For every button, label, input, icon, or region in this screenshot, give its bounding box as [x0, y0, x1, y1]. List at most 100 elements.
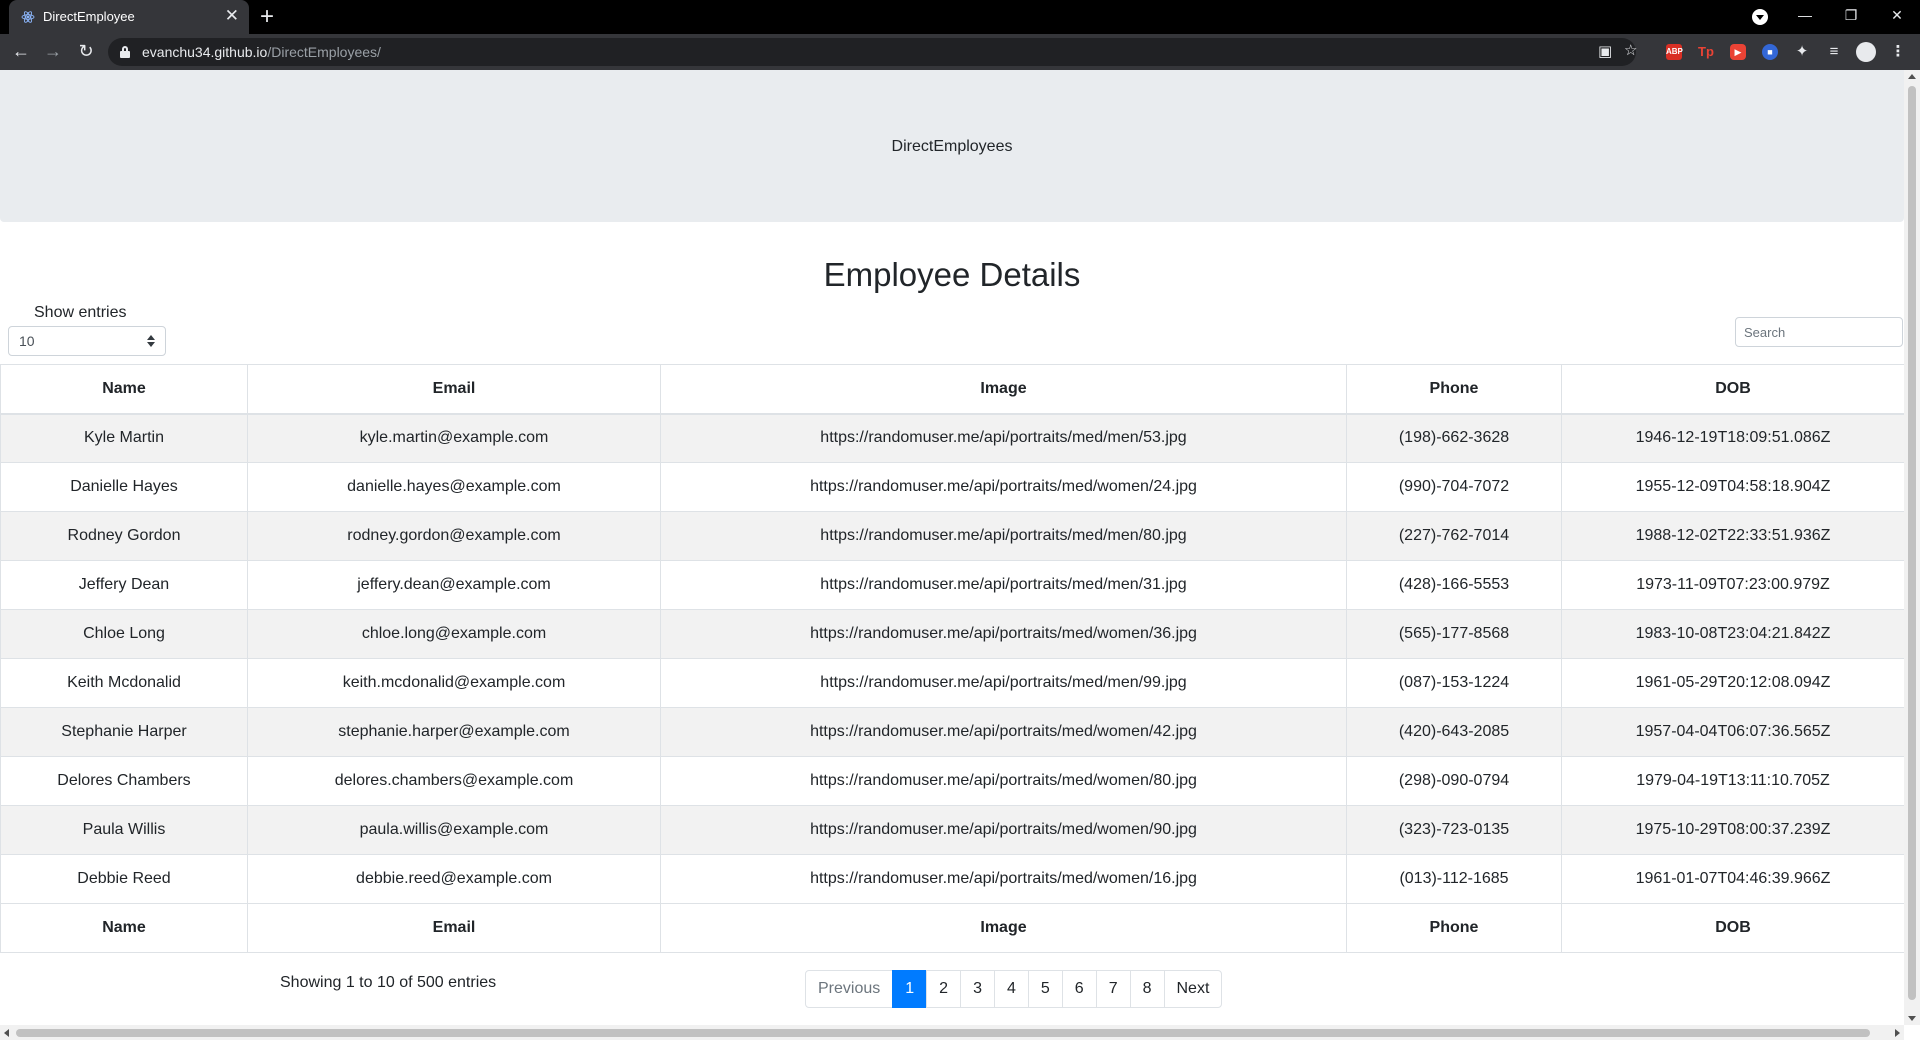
cell-email: jeffery.dean@example.com — [247, 560, 661, 610]
cell-email: stephanie.harper@example.com — [247, 707, 661, 757]
page-button-2[interactable]: 2 — [926, 970, 962, 1008]
cell-phone: (565)-177-8568 — [1346, 609, 1562, 659]
show-entries-label: Show entries — [34, 304, 127, 321]
tp-icon[interactable]: Tp — [1698, 44, 1714, 60]
restore-icon[interactable]: ❐ — [1828, 0, 1874, 34]
extension-icon[interactable]: ■ — [1762, 44, 1778, 60]
cell-image: https://randomuser.me/api/portraits/med/… — [660, 756, 1347, 806]
next-page-button[interactable]: Next — [1163, 970, 1223, 1008]
cell-image: https://randomuser.me/api/portraits/med/… — [660, 658, 1347, 708]
cell-image: https://randomuser.me/api/portraits/med/… — [660, 854, 1347, 904]
profile-icon[interactable] — [1856, 42, 1876, 62]
page-button-8[interactable]: 8 — [1129, 970, 1165, 1008]
horizontal-scrollbar[interactable] — [0, 1025, 1904, 1040]
page-viewport: DirectEmployees Employee Details Show en… — [0, 70, 1904, 1025]
tab-search-icon[interactable] — [1752, 9, 1768, 25]
cell-image: https://randomuser.me/api/portraits/med/… — [660, 462, 1347, 512]
adblock-icon[interactable]: ABP — [1666, 44, 1683, 60]
column-header-dob[interactable]: DOB — [1561, 364, 1904, 415]
browser-tab[interactable]: DirectEmployee ✕ — [9, 0, 249, 34]
previous-page-button[interactable]: Previous — [805, 970, 894, 1008]
cell-dob: 1955-12-09T04:58:18.904Z — [1561, 462, 1904, 512]
react-icon — [21, 11, 35, 23]
vertical-scrollbar[interactable] — [1904, 70, 1920, 1025]
back-icon[interactable]: ← — [5, 34, 37, 70]
video-icon[interactable]: ▶ — [1730, 44, 1746, 60]
table-row: Danielle Hayes danielle.hayes@example.co… — [0, 462, 1904, 512]
table-row: Keith Mcdonalid keith.mcdonalid@example.… — [0, 658, 1904, 708]
cell-phone: (323)-723-0135 — [1346, 805, 1562, 855]
cell-phone: (428)-166-5553 — [1346, 560, 1562, 610]
cell-email: keith.mcdonalid@example.com — [247, 658, 661, 708]
search-input[interactable] — [1735, 317, 1903, 347]
page-button-1[interactable]: 1 — [892, 970, 928, 1008]
page-title: Employee Details — [823, 256, 1081, 293]
entries-per-page-select[interactable]: 10 — [8, 326, 166, 356]
footer-header-dob: DOB — [1561, 903, 1904, 953]
reload-icon[interactable]: ↻ — [70, 34, 102, 70]
lock-icon[interactable] — [120, 46, 130, 58]
forward-icon[interactable]: → — [37, 34, 69, 70]
window-close-icon[interactable]: ✕ — [1874, 0, 1920, 34]
cell-name: Stephanie Harper — [0, 707, 248, 757]
table-footer-row: Name Email Image Phone DOB — [0, 903, 1904, 953]
new-tab-icon[interactable]: + — [260, 3, 274, 31]
page-button-4[interactable]: 4 — [993, 970, 1029, 1008]
star-icon[interactable]: ☆ — [1624, 41, 1637, 59]
cell-name: Delores Chambers — [0, 756, 248, 806]
cell-name: Chloe Long — [0, 609, 248, 659]
table-row: Delores Chambers delores.chambers@exampl… — [0, 756, 1904, 806]
table-row: Jeffery Dean jeffery.dean@example.com ht… — [0, 560, 1904, 610]
footer-header-email: Email — [247, 903, 661, 953]
cell-email: danielle.hayes@example.com — [247, 462, 661, 512]
column-header-email[interactable]: Email — [247, 364, 661, 415]
cell-dob: 1961-01-07T04:46:39.966Z — [1561, 854, 1904, 904]
column-header-image[interactable]: Image — [660, 364, 1347, 415]
scroll-right-icon[interactable] — [1895, 1029, 1900, 1037]
cell-dob: 1975-10-29T08:00:37.239Z — [1561, 805, 1904, 855]
table-row: Rodney Gordon rodney.gordon@example.com … — [0, 511, 1904, 561]
cell-image: https://randomuser.me/api/portraits/med/… — [660, 413, 1347, 463]
cell-email: chloe.long@example.com — [247, 609, 661, 659]
url-text[interactable]: evanchu34.github.io/DirectEmployees/ — [142, 44, 381, 60]
tab-title: DirectEmployee — [43, 9, 135, 24]
table-header-row: Name Email Image Phone DOB — [0, 364, 1904, 415]
cell-email: kyle.martin@example.com — [247, 413, 661, 463]
media-control-icon[interactable]: ≡ — [1826, 44, 1842, 60]
cell-name: Danielle Hayes — [0, 462, 248, 512]
tab-close-icon[interactable]: ✕ — [225, 7, 239, 25]
menu-icon[interactable]: ⋮ — [1890, 44, 1906, 60]
scroll-down-icon[interactable] — [1908, 1016, 1916, 1021]
table-row: Kyle Martin kyle.martin@example.com http… — [0, 413, 1904, 463]
page-button-7[interactable]: 7 — [1095, 970, 1131, 1008]
page-button-6[interactable]: 6 — [1061, 970, 1097, 1008]
cell-image: https://randomuser.me/api/portraits/med/… — [660, 609, 1347, 659]
site-title: DirectEmployees — [891, 138, 1013, 155]
cell-image: https://randomuser.me/api/portraits/med/… — [660, 805, 1347, 855]
address-bar[interactable]: evanchu34.github.io/DirectEmployees/ ▣ ☆ — [108, 38, 1637, 66]
cell-email: rodney.gordon@example.com — [247, 511, 661, 561]
column-header-phone[interactable]: Phone — [1346, 364, 1562, 415]
page-button-3[interactable]: 3 — [960, 970, 995, 1008]
header-jumbotron: DirectEmployees — [0, 70, 1904, 222]
entries-per-page-value: 10 — [19, 333, 35, 349]
cell-dob: 1946-12-19T18:09:51.086Z — [1561, 413, 1904, 463]
table-row: Stephanie Harper stephanie.harper@exampl… — [0, 707, 1904, 757]
scroll-up-icon[interactable] — [1908, 74, 1916, 79]
vertical-scroll-thumb[interactable] — [1908, 86, 1916, 1000]
cell-phone: (990)-704-7072 — [1346, 462, 1562, 512]
browser-toolbar: ← → ↻ evanchu34.github.io/DirectEmployee… — [0, 34, 1920, 70]
footer-header-name: Name — [0, 903, 248, 953]
cell-phone: (227)-762-7014 — [1346, 511, 1562, 561]
qr-code-icon[interactable]: ▣ — [1598, 42, 1612, 60]
column-header-name[interactable]: Name — [0, 364, 248, 415]
cell-name: Keith Mcdonalid — [0, 658, 248, 708]
scroll-left-icon[interactable] — [4, 1029, 9, 1037]
cell-email: paula.willis@example.com — [247, 805, 661, 855]
cell-dob: 1988-12-02T22:33:51.936Z — [1561, 511, 1904, 561]
page-button-5[interactable]: 5 — [1027, 970, 1063, 1008]
puzzle-icon[interactable]: ✦ — [1794, 44, 1810, 60]
footer-header-image: Image — [660, 903, 1347, 953]
horizontal-scroll-thumb[interactable] — [16, 1029, 1870, 1037]
minimize-icon[interactable]: — — [1782, 0, 1828, 34]
